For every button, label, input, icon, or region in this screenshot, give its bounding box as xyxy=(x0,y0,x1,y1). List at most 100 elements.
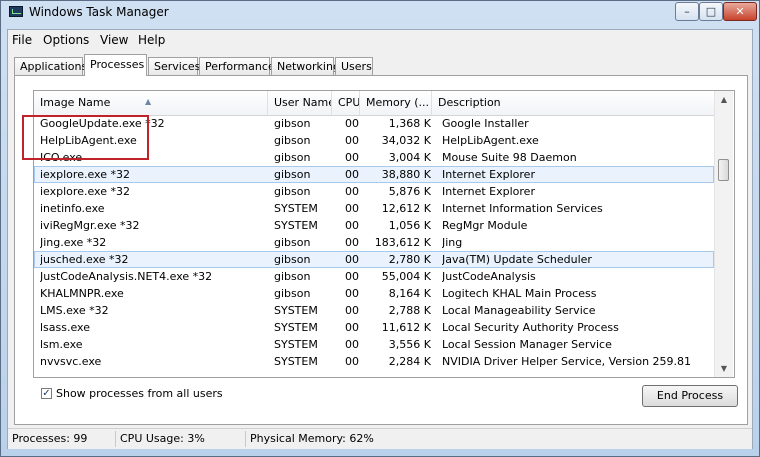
process-rows: GoogleUpdate.exe *32 gibson 00 1,368 K G… xyxy=(34,115,714,370)
table-row[interactable]: jusched.exe *32 gibson 00 2,780 K Java(T… xyxy=(34,251,714,268)
scrollbar-thumb[interactable] xyxy=(718,159,729,181)
scroll-down-icon[interactable]: ▼ xyxy=(715,360,733,377)
process-memory: 12,612 K xyxy=(381,202,431,215)
status-bar: Processes: 99 CPU Usage: 3% Physical Mem… xyxy=(8,428,752,449)
column-image-name-label: Image Name xyxy=(40,96,111,109)
process-description: Java(TM) Update Scheduler xyxy=(442,253,592,266)
process-description: Local Session Manager Service xyxy=(442,338,612,351)
process-description: RegMgr Module xyxy=(442,219,528,232)
processes-panel: Image Name ▲ User Name CPU Memory (... D… xyxy=(14,75,748,425)
maximize-button[interactable]: □ xyxy=(699,2,723,21)
table-row[interactable]: JustCodeAnalysis.NET4.exe *32 gibson 00 … xyxy=(34,268,714,285)
process-memory: 11,612 K xyxy=(381,321,431,334)
process-user: gibson xyxy=(274,168,311,181)
process-user: gibson xyxy=(274,270,311,283)
tab-networking[interactable]: Networking xyxy=(271,57,340,75)
process-memory: 3,556 K xyxy=(388,338,431,351)
column-cpu[interactable]: CPU xyxy=(332,91,360,115)
task-manager-window: Windows Task Manager – □ ✕ File Options … xyxy=(0,0,760,457)
process-user: gibson xyxy=(274,253,311,266)
process-name: iviRegMgr.exe *32 xyxy=(40,219,140,232)
title-bar[interactable]: Windows Task Manager – □ ✕ xyxy=(1,1,759,23)
process-description: HelpLibAgent.exe xyxy=(442,134,539,147)
process-user: gibson xyxy=(274,236,311,249)
process-memory: 2,284 K xyxy=(388,355,431,368)
column-user-name[interactable]: User Name xyxy=(268,91,332,115)
process-name: jusched.exe *32 xyxy=(40,253,129,266)
table-row[interactable]: ICO.exe gibson 00 3,004 K Mouse Suite 98… xyxy=(34,149,714,166)
column-memory[interactable]: Memory (... xyxy=(360,91,432,115)
process-name: iexplore.exe *32 xyxy=(40,185,130,198)
process-name: lsm.exe xyxy=(40,338,83,351)
process-name: LMS.exe *32 xyxy=(40,304,109,317)
menu-file[interactable]: File xyxy=(12,33,32,47)
process-description: Google Installer xyxy=(442,117,529,130)
show-all-users-checkbox[interactable]: ✓ xyxy=(41,388,52,399)
tab-users[interactable]: Users xyxy=(335,57,373,75)
menu-view[interactable]: View xyxy=(100,33,128,47)
end-process-button[interactable]: End Process xyxy=(642,385,738,407)
process-memory: 2,788 K xyxy=(388,304,431,317)
process-user: SYSTEM xyxy=(274,219,318,232)
process-description: Internet Information Services xyxy=(442,202,603,215)
status-cpu-usage: CPU Usage: 3% xyxy=(116,431,246,447)
table-row[interactable]: inetinfo.exe SYSTEM 00 12,612 K Internet… xyxy=(34,200,714,217)
process-description: Local Security Authority Process xyxy=(442,321,619,334)
process-name: Jing.exe *32 xyxy=(40,236,107,249)
list-header: Image Name ▲ User Name CPU Memory (... D… xyxy=(34,91,714,116)
scroll-up-icon[interactable]: ▲ xyxy=(715,91,733,108)
process-user: SYSTEM xyxy=(274,355,318,368)
process-list[interactable]: Image Name ▲ User Name CPU Memory (... D… xyxy=(33,90,735,378)
table-row[interactable]: KHALMNPR.exe gibson 00 8,164 K Logitech … xyxy=(34,285,714,302)
table-row[interactable]: iviRegMgr.exe *32 SYSTEM 00 1,056 K RegM… xyxy=(34,217,714,234)
sort-ascending-icon: ▲ xyxy=(145,97,152,106)
process-name: inetinfo.exe xyxy=(40,202,105,215)
process-name: HelpLibAgent.exe xyxy=(40,134,137,147)
window-title: Windows Task Manager xyxy=(29,5,169,19)
menu-help[interactable]: Help xyxy=(138,33,165,47)
process-user: SYSTEM xyxy=(274,202,318,215)
table-row[interactable]: iexplore.exe *32 gibson 00 5,876 K Inter… xyxy=(34,183,714,200)
process-memory: 1,368 K xyxy=(388,117,431,130)
process-memory: 55,004 K xyxy=(381,270,431,283)
table-row[interactable]: iexplore.exe *32 gibson 00 38,880 K Inte… xyxy=(34,166,714,183)
tab-applications[interactable]: Applications xyxy=(14,57,87,75)
process-user: gibson xyxy=(274,117,311,130)
process-memory: 2,780 K xyxy=(388,253,431,266)
process-description: Local Manageability Service xyxy=(442,304,596,317)
tab-performance[interactable]: Performance xyxy=(199,57,275,75)
process-user: SYSTEM xyxy=(274,321,318,334)
vertical-scrollbar[interactable]: ▲ ▼ xyxy=(714,91,733,377)
table-row[interactable]: GoogleUpdate.exe *32 gibson 00 1,368 K G… xyxy=(34,115,714,132)
process-memory: 1,056 K xyxy=(388,219,431,232)
table-row[interactable]: LMS.exe *32 SYSTEM 00 2,788 K Local Mana… xyxy=(34,302,714,319)
process-name: lsass.exe xyxy=(40,321,90,334)
process-name: iexplore.exe *32 xyxy=(40,168,130,181)
process-description: Mouse Suite 98 Daemon xyxy=(442,151,577,164)
table-row[interactable]: Jing.exe *32 gibson 00 183,612 K Jing xyxy=(34,234,714,251)
process-user: gibson xyxy=(274,185,311,198)
process-name: ICO.exe xyxy=(40,151,83,164)
table-row[interactable]: lsm.exe SYSTEM 00 3,556 K Local Session … xyxy=(34,336,714,353)
table-row[interactable]: HelpLibAgent.exe gibson 00 34,032 K Help… xyxy=(34,132,714,149)
tab-strip: Applications Processes Services Performa… xyxy=(8,54,752,76)
process-memory: 3,004 K xyxy=(388,151,431,164)
column-description[interactable]: Description xyxy=(432,91,714,115)
process-description: JustCodeAnalysis xyxy=(442,270,536,283)
close-button[interactable]: ✕ xyxy=(723,2,757,21)
process-name: KHALMNPR.exe xyxy=(40,287,124,300)
column-image-name[interactable]: Image Name ▲ xyxy=(34,91,268,115)
process-user: gibson xyxy=(274,287,311,300)
process-description: Internet Explorer xyxy=(442,185,535,198)
process-description: NVIDIA Driver Helper Service, Version 25… xyxy=(442,355,692,368)
tab-services[interactable]: Services xyxy=(148,57,200,75)
tab-processes[interactable]: Processes xyxy=(84,54,147,76)
menu-options[interactable]: Options xyxy=(43,33,89,47)
process-description: Jing xyxy=(442,236,463,249)
status-process-count: Processes: 99 xyxy=(8,431,116,447)
process-memory: 8,164 K xyxy=(388,287,431,300)
table-row[interactable]: lsass.exe SYSTEM 00 11,612 K Local Secur… xyxy=(34,319,714,336)
minimize-button[interactable]: – xyxy=(675,2,699,21)
table-row[interactable]: nvvsvc.exe SYSTEM 00 2,284 K NVIDIA Driv… xyxy=(34,353,714,370)
process-name: GoogleUpdate.exe *32 xyxy=(40,117,165,130)
